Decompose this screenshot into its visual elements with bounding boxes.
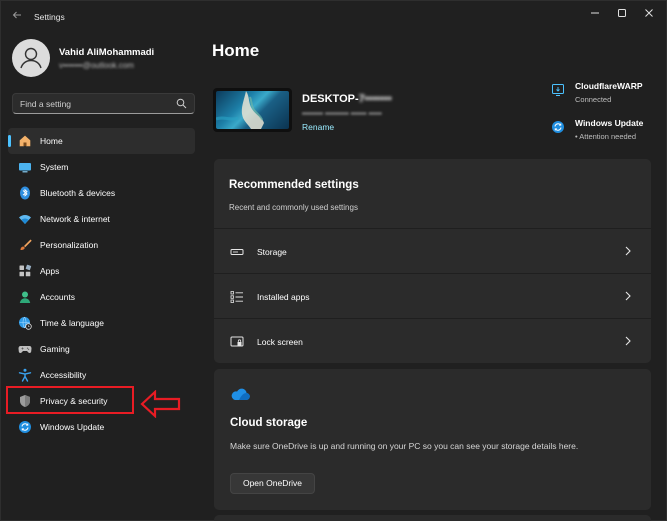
recommended-settings-card: Recommended settings Recent and commonly…	[214, 159, 651, 363]
card-title: Recommended settings	[229, 179, 359, 191]
close-button[interactable]	[638, 5, 660, 21]
device-thumbnail	[213, 88, 292, 132]
rename-link[interactable]: Rename	[302, 122, 334, 132]
list-icon	[230, 291, 243, 303]
sidebar-item-personalization[interactable]: Personalization	[8, 232, 195, 258]
device-name-suffix: 7•••••••	[358, 93, 392, 105]
status-title: CloudflareWARP	[575, 81, 643, 91]
sidebar-item-system[interactable]: System	[8, 154, 195, 180]
brush-icon	[20, 239, 32, 250]
onedrive-cloud-icon	[231, 388, 250, 401]
card-title: Cloud storage	[230, 417, 308, 429]
sidebar-item-label: Gaming	[40, 344, 70, 354]
accessibility-icon	[18, 368, 32, 382]
open-onedrive-button[interactable]: Open OneDrive	[230, 473, 315, 494]
sidebar-item-bluetooth[interactable]: Bluetooth & devices	[8, 180, 195, 206]
minimize-icon	[591, 12, 599, 14]
chevron-right-icon	[625, 246, 631, 256]
recommended-item-label: Lock screen	[257, 337, 303, 347]
avatar[interactable]	[12, 39, 50, 77]
recommended-item-label: Installed apps	[257, 292, 310, 302]
person-icon	[20, 47, 42, 69]
annotation-arrow-icon	[140, 390, 181, 418]
search-icon	[176, 98, 187, 109]
close-icon	[645, 9, 653, 17]
sidebar-item-gaming[interactable]: Gaming	[8, 336, 195, 362]
sidebar-item-label: Time & language	[40, 318, 104, 328]
selection-indicator	[8, 135, 11, 147]
card-subtitle: Recent and commonly used settings	[229, 203, 358, 212]
device-name: DESKTOP-7•••••••	[302, 93, 392, 105]
device-model: •••••••• ••••••••• •••••• •••••	[302, 109, 382, 118]
chevron-right-icon	[625, 291, 631, 301]
maximize-button[interactable]	[611, 5, 633, 21]
user-email: v•••••••@outlook.com	[59, 61, 134, 70]
update-icon	[552, 121, 564, 133]
lock-screen-icon	[230, 336, 244, 347]
maximize-icon	[618, 9, 626, 17]
sidebar-item-apps[interactable]: Apps	[8, 258, 195, 284]
sidebar-item-time-language[interactable]: Time & language	[8, 310, 195, 336]
search-box[interactable]: Find a setting	[12, 93, 195, 114]
recommended-item-storage[interactable]: Storage	[214, 228, 651, 273]
status-subtitle: Connected	[575, 95, 612, 104]
status-subtitle-text: Attention needed	[579, 132, 637, 141]
apps-icon	[19, 264, 32, 277]
back-arrow-icon	[12, 11, 21, 19]
annotation-highlight-box	[6, 386, 134, 414]
home-icon	[19, 135, 31, 147]
update-icon	[19, 421, 31, 433]
sidebar-item-accessibility[interactable]: Accessibility	[8, 362, 195, 388]
recommended-item-lock-screen[interactable]: Lock screen	[214, 318, 651, 363]
card-description: Make sure OneDrive is up and running on …	[230, 441, 579, 451]
window-title: Settings	[34, 12, 65, 22]
settings-window: Settings Vahid AliMohammadi v•••••••@out…	[0, 0, 667, 521]
sidebar-item-label: Network & internet	[40, 214, 110, 224]
minimize-button[interactable]	[584, 5, 606, 21]
sidebar-item-home[interactable]: Home	[8, 128, 195, 154]
wallpaper-image	[216, 91, 289, 129]
sidebar-item-label: Windows Update	[40, 422, 105, 432]
monitor-icon	[19, 163, 31, 173]
storage-icon	[230, 249, 244, 255]
cloud-storage-card: Cloud storage Make sure OneDrive is up a…	[214, 369, 651, 510]
recommended-item-label: Storage	[257, 247, 287, 257]
chevron-right-icon	[625, 336, 631, 346]
aerial-coast-image	[216, 91, 264, 129]
page-title: Home	[212, 41, 260, 60]
next-card-peek	[214, 515, 651, 521]
sidebar-item-label: Bluetooth & devices	[40, 188, 116, 198]
device-name-prefix: DESKTOP-	[302, 93, 359, 105]
user-name: Vahid AliMohammadi	[59, 47, 155, 58]
sidebar-item-label: Apps	[40, 266, 60, 276]
recommended-item-installed-apps[interactable]: Installed apps	[214, 273, 651, 318]
gamepad-icon	[18, 346, 32, 354]
status-title: Windows Update	[575, 118, 644, 128]
bluetooth-icon	[20, 186, 30, 200]
globe-clock-icon	[19, 316, 32, 330]
sidebar-item-network[interactable]: Network & internet	[8, 206, 195, 232]
sidebar-item-label: Accessibility	[40, 370, 87, 380]
sidebar-item-accounts[interactable]: Accounts	[8, 284, 195, 310]
sidebar-item-label: Personalization	[40, 240, 99, 250]
status-subtitle: • Attention needed	[575, 132, 637, 141]
search-input[interactable]: Find a setting	[20, 99, 71, 109]
back-button[interactable]	[9, 9, 25, 25]
sidebar-item-label: Home	[40, 136, 63, 146]
title-bar: Settings	[1, 1, 667, 31]
vpn-icon	[552, 84, 564, 96]
wifi-icon	[19, 215, 31, 224]
sidebar-item-label: System	[40, 162, 69, 172]
sidebar-item-label: Accounts	[40, 292, 75, 302]
person-icon	[19, 291, 31, 303]
